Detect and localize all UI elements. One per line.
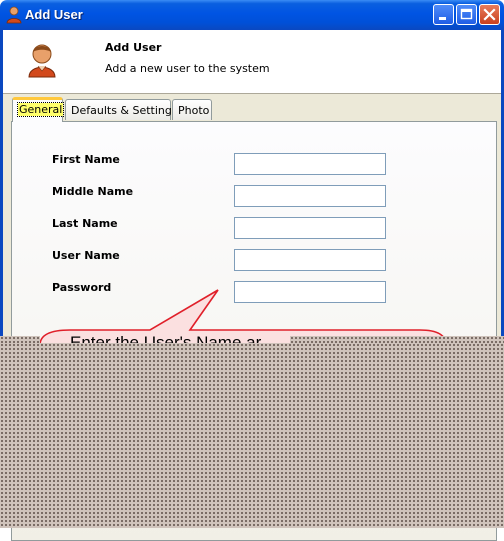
first-name-field[interactable] [234, 153, 386, 175]
tab-label: Photo [178, 104, 210, 117]
user-icon [28, 44, 56, 78]
title-bar[interactable]: Add User [0, 0, 504, 30]
dialog-header: Add User Add a new user to the system [3, 30, 501, 94]
last-name-field[interactable] [234, 217, 386, 239]
tab-general[interactable]: General [12, 97, 65, 122]
close-button[interactable] [479, 4, 500, 25]
user-name-label: User Name [52, 249, 120, 262]
first-name-label: First Name [52, 153, 120, 166]
tab-label: Defaults & Settings [71, 104, 178, 117]
middle-name-label: Middle Name [52, 185, 134, 198]
middle-name-field[interactable] [234, 185, 386, 207]
minimize-icon [439, 17, 446, 20]
password-field[interactable] [234, 281, 386, 303]
header-title: Add User [105, 41, 162, 54]
maximize-icon [460, 8, 473, 20]
close-icon [483, 8, 496, 21]
user-icon [6, 6, 22, 24]
window-title: Add User [25, 7, 83, 22]
header-subtitle: Add a new user to the system [105, 62, 270, 75]
tab-photo[interactable]: Photo [172, 99, 212, 120]
overlay-mask [0, 343, 504, 528]
tab-defaults-settings[interactable]: Defaults & Settings [65, 99, 178, 120]
minimize-button[interactable] [433, 4, 454, 25]
user-name-field[interactable] [234, 249, 386, 271]
tab-label: General [16, 102, 65, 117]
last-name-label: Last Name [52, 217, 118, 230]
maximize-button[interactable] [456, 4, 477, 25]
add-user-window: Add User Add User Add a new user to the … [0, 0, 504, 541]
password-label: Password [52, 281, 112, 294]
